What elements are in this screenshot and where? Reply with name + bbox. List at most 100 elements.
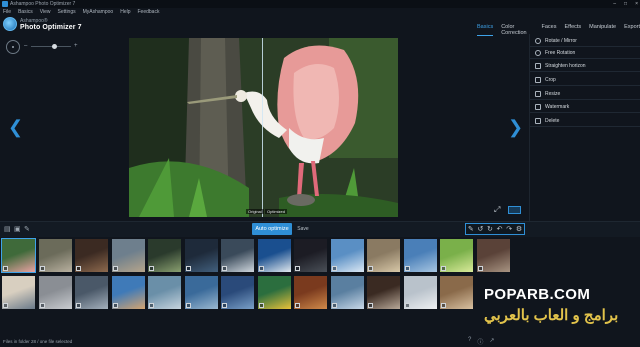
thumbnail-item[interactable]	[111, 276, 145, 309]
thumbnail-checkbox[interactable]	[39, 303, 45, 308]
menu-basics[interactable]: Basics	[18, 8, 33, 16]
thumbnail-item[interactable]	[476, 239, 510, 272]
thumbnail-item[interactable]	[294, 239, 327, 272]
rotate-left-icon[interactable]: ↺	[477, 225, 483, 233]
panel-item-straighten-horizon[interactable]: Straighten horizon	[530, 60, 640, 72]
thumbnail-item[interactable]	[38, 239, 72, 272]
panel-item-label: Free Rotation	[545, 50, 576, 56]
zoom-out-button[interactable]: –	[24, 43, 27, 49]
next-image-icon[interactable]: ❯	[508, 118, 523, 136]
maximize-button[interactable]: □	[624, 0, 627, 8]
compare-view-icon[interactable]	[508, 206, 521, 214]
thumbnail-item[interactable]	[440, 276, 473, 309]
thumbnail-item[interactable]	[403, 239, 437, 272]
thumbnail-checkbox[interactable]	[76, 303, 81, 308]
info-icon[interactable]: ⓘ	[477, 337, 483, 346]
thumbnail-item[interactable]	[221, 276, 254, 309]
pan-navigator-icon[interactable]	[6, 40, 20, 54]
thumbnail-checkbox[interactable]	[295, 303, 300, 308]
thumbnail-checkbox[interactable]	[222, 303, 227, 308]
thumbnail-item[interactable]	[75, 276, 108, 309]
thumbnail-item[interactable]	[330, 239, 364, 272]
thumbnail-item[interactable]	[330, 276, 364, 309]
thumbnail-checkbox[interactable]	[3, 303, 8, 308]
menu-settings[interactable]: Settings	[58, 8, 76, 16]
free-rotation-icon	[535, 50, 541, 56]
thumbnail-item[interactable]	[2, 276, 35, 309]
thumbnail-checkbox[interactable]	[185, 303, 191, 308]
thumbnail-checkbox[interactable]	[441, 266, 446, 271]
help-icon[interactable]: ?	[468, 337, 471, 346]
thumbnail-item[interactable]	[148, 276, 181, 309]
select-icon[interactable]: ✎	[468, 225, 474, 233]
menu-feedback[interactable]: Feedback	[138, 8, 160, 16]
menu-help[interactable]: Help	[120, 8, 130, 16]
thumbnail-item[interactable]	[367, 239, 400, 272]
thumbnail-checkbox[interactable]	[404, 303, 410, 308]
thumbnail-item[interactable]	[38, 276, 72, 309]
compare-split-line[interactable]	[262, 38, 263, 217]
panel-item-delete[interactable]: Delete	[530, 115, 640, 127]
menu-myashampoo[interactable]: MyAshampoo	[83, 8, 114, 16]
panel-item-free-rotation[interactable]: Free Rotation	[530, 47, 640, 59]
minimize-button[interactable]: –	[613, 0, 616, 8]
thumbnail-item[interactable]	[221, 239, 254, 272]
close-button[interactable]: ×	[635, 0, 638, 8]
thumbnail-checkbox[interactable]	[331, 266, 337, 271]
auto-optimize-button[interactable]: Auto optimize	[252, 223, 292, 235]
save-button[interactable]: Save	[294, 223, 312, 235]
share-icon[interactable]: ↗	[489, 337, 494, 346]
thumbnail-item[interactable]	[148, 239, 181, 272]
panel-item-rotate-mirror[interactable]: Rotate / Mirror	[530, 35, 640, 47]
previous-image-icon[interactable]: ❮	[8, 118, 23, 136]
thumbnail-checkbox[interactable]	[76, 266, 81, 271]
thumbnail-checkbox[interactable]	[331, 303, 337, 308]
thumbnail-item[interactable]	[111, 239, 145, 272]
thumbnail-item[interactable]	[257, 276, 291, 309]
thumbnail-checkbox[interactable]	[404, 266, 410, 271]
settings-icon[interactable]: ⚙	[516, 225, 522, 233]
thumbnail-checkbox[interactable]	[258, 303, 264, 308]
thumbnail-item[interactable]	[367, 276, 400, 309]
folder-icon[interactable]: ▣	[14, 225, 21, 233]
thumbnail-checkbox[interactable]	[39, 266, 45, 271]
thumbnail-item[interactable]	[184, 276, 218, 309]
thumbnail-item[interactable]	[1, 238, 36, 273]
thumbnail-checkbox[interactable]	[149, 266, 154, 271]
open-file-icon[interactable]: ▤	[4, 225, 11, 233]
thumbnail-checkbox[interactable]	[149, 303, 154, 308]
zoom-slider-handle[interactable]	[52, 44, 57, 49]
panel-item-watermark[interactable]: Watermark	[530, 101, 640, 113]
thumbnail-checkbox[interactable]	[477, 266, 483, 271]
thumbnail-checkbox[interactable]	[3, 266, 8, 271]
panel-item-crop[interactable]: Crop	[530, 74, 640, 86]
panel-item-resize[interactable]: Resize	[530, 88, 640, 100]
menu-file[interactable]: File	[3, 8, 11, 16]
brush-icon[interactable]: ✎	[24, 225, 30, 233]
rotate-right-icon[interactable]: ↻	[487, 225, 493, 233]
thumbnail-checkbox[interactable]	[222, 266, 227, 271]
menu-view[interactable]: View	[40, 8, 51, 16]
photo-preview[interactable]: Original Optimized	[129, 38, 398, 217]
thumbnail-checkbox[interactable]	[112, 266, 118, 271]
thumbnail-checkbox[interactable]	[368, 303, 373, 308]
thumbnail-checkbox[interactable]	[441, 303, 446, 308]
thumbnail-checkbox[interactable]	[258, 266, 264, 271]
thumbnail-item[interactable]	[440, 239, 473, 272]
thumbnail-item[interactable]	[257, 239, 291, 272]
thumbnail-item[interactable]	[403, 276, 437, 309]
thumbnail-checkbox[interactable]	[112, 303, 118, 308]
zoom-in-button[interactable]: +	[74, 43, 78, 49]
thumbnail-item[interactable]	[294, 276, 327, 309]
fullscreen-icon[interactable]: ⤢	[494, 205, 500, 215]
thumbnail-item[interactable]	[75, 239, 108, 272]
thumbnail-checkbox[interactable]	[295, 266, 300, 271]
thumbnail-checkbox[interactable]	[185, 266, 191, 271]
zoom-slider[interactable]	[31, 46, 71, 47]
tab-basics[interactable]: Basics	[477, 24, 494, 36]
thumbnail-checkbox[interactable]	[368, 266, 373, 271]
redo-icon[interactable]: ↷	[506, 225, 512, 233]
undo-icon[interactable]: ↶	[497, 225, 503, 233]
panel-item-label: Rotate / Mirror	[545, 38, 577, 44]
thumbnail-item[interactable]	[184, 239, 218, 272]
